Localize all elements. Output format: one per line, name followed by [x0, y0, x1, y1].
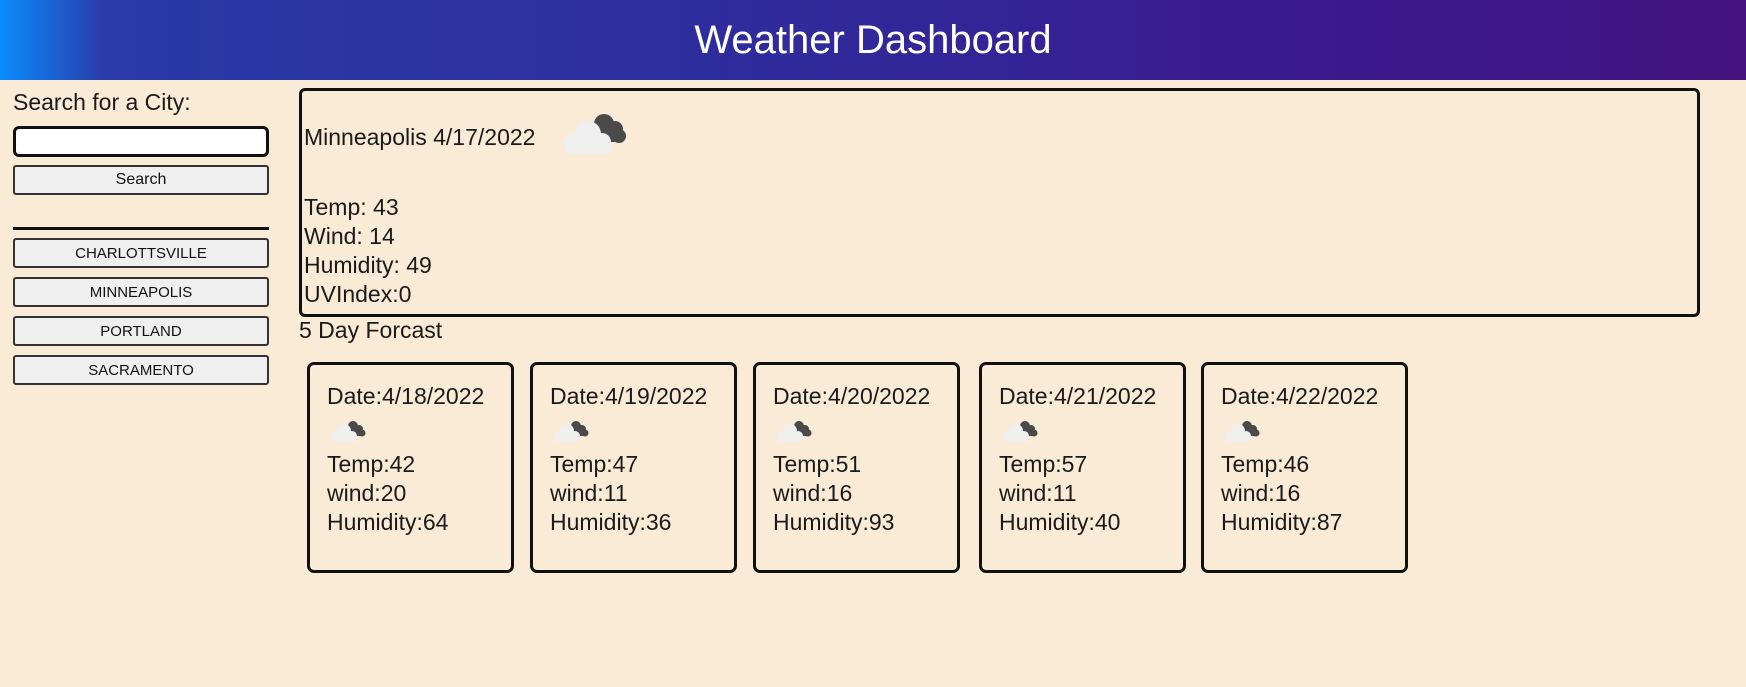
history-button-sacramento[interactable]: SACRAMENTO	[13, 355, 269, 385]
forecast-date: Date:4/20/2022	[773, 383, 931, 409]
history-button-portland[interactable]: PORTLAND	[13, 316, 269, 346]
forecast-card: Date:4/18/2022 Temp:42 wind:20 Humidity:…	[307, 362, 514, 573]
forecast-wind: wind:20	[327, 480, 407, 506]
forecast-temp: Temp:46	[1221, 451, 1310, 477]
current-title-row: Minneapolis 4/17/2022	[304, 114, 629, 159]
sidebar: Search for a City: Search CHARLOTTSVILLE…	[13, 88, 269, 394]
current-temp: Temp: 43	[304, 194, 399, 220]
forecast-temp: Temp:42	[327, 451, 416, 477]
city-search-input[interactable]	[13, 126, 269, 157]
forecast-temp: Temp:51	[773, 451, 862, 477]
forecast-card: Date:4/22/2022 Temp:46 wind:16 Humidity:…	[1201, 362, 1408, 573]
current-humidity: Humidity: 49	[304, 252, 432, 278]
forecast-date: Date:4/22/2022	[1221, 383, 1379, 409]
search-button[interactable]: Search	[13, 165, 269, 195]
broken-clouds-icon	[554, 421, 589, 442]
current-stats: Temp: 43 Wind: 14 Humidity: 49 UVIndex:0	[304, 193, 432, 309]
forecast-wind: wind:11	[999, 480, 1077, 506]
forecast-card: Date:4/19/2022 Temp:47 wind:11 Humidity:…	[530, 362, 737, 573]
forecast-humidity: Humidity:64	[327, 509, 449, 535]
broken-clouds-icon	[1225, 421, 1260, 442]
broken-clouds-icon	[777, 421, 812, 442]
page-title: Weather Dashboard	[694, 17, 1052, 62]
forecast-heading: 5 Day Forcast	[299, 317, 443, 343]
history-button-minneapolis[interactable]: MINNEAPOLIS	[13, 277, 269, 307]
forecast-humidity: Humidity:93	[773, 509, 895, 535]
forecast-humidity: Humidity:36	[550, 509, 672, 535]
forecast-date: Date:4/21/2022	[999, 383, 1157, 409]
forecast-date: Date:4/18/2022	[327, 383, 485, 409]
forecast-card: Date:4/21/2022 Temp:57 wind:11 Humidity:…	[979, 362, 1186, 573]
forecast-wind: wind:16	[773, 480, 853, 506]
history-button-charlottsville[interactable]: CHARLOTTSVILLE	[13, 238, 269, 268]
forecast-temp: Temp:57	[999, 451, 1088, 477]
forecast-humidity: Humidity:40	[999, 509, 1121, 535]
broken-clouds-icon	[1003, 421, 1038, 442]
search-history: CHARLOTTSVILLE MINNEAPOLIS PORTLAND SACR…	[13, 238, 269, 385]
forecast-temp: Temp:47	[550, 451, 639, 477]
broken-clouds-icon	[564, 114, 627, 154]
forecast-humidity: Humidity:87	[1221, 509, 1343, 535]
header-bar: Weather Dashboard	[0, 0, 1746, 80]
search-label: Search for a City:	[13, 89, 191, 115]
forecast-card: Date:4/20/2022 Temp:51 wind:16 Humidity:…	[753, 362, 960, 573]
sidebar-divider	[13, 227, 269, 230]
forecast-wind: wind:11	[550, 480, 628, 506]
current-uv-index: UVIndex:0	[304, 281, 412, 307]
forecast-wind: wind:16	[1221, 480, 1301, 506]
broken-clouds-icon	[331, 421, 366, 442]
forecast-date: Date:4/19/2022	[550, 383, 708, 409]
current-wind: Wind: 14	[304, 223, 395, 249]
current-city-date: Minneapolis 4/17/2022	[304, 123, 536, 150]
current-weather-panel: Minneapolis 4/17/2022 Temp: 43 Wind: 14 …	[299, 88, 1700, 317]
